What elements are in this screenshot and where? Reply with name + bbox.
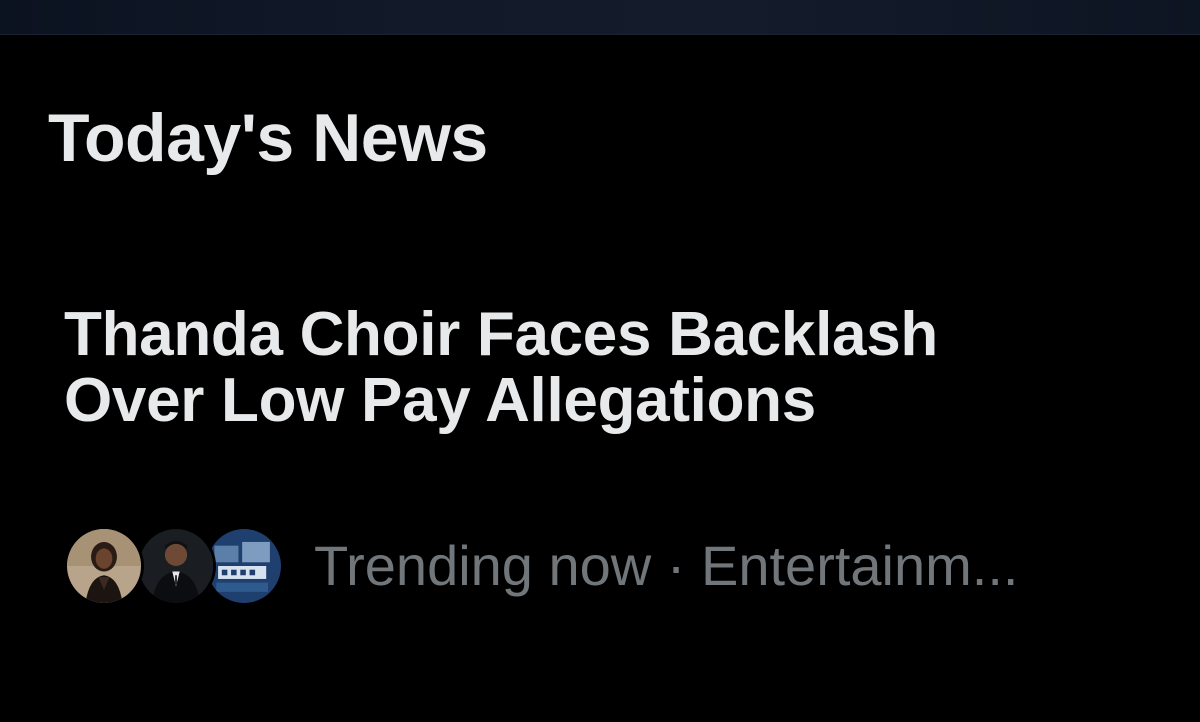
- news-story-card[interactable]: Thanda Choir Faces Backlash Over Low Pay…: [0, 280, 1200, 640]
- headline-line-2: Over Low Pay Allegations: [64, 366, 816, 435]
- avatar-woman-photo: [64, 526, 144, 606]
- top-bar-strip: [0, 0, 1200, 35]
- section-title: Today's News: [48, 100, 488, 176]
- avatar-news-logo: [204, 526, 284, 606]
- story-meta-text: Trending now · Entertainm...: [314, 534, 1019, 597]
- story-headline: Thanda Choir Faces Backlash Over Low Pay…: [64, 302, 1164, 434]
- avatar-man-suit-photo: [136, 526, 216, 606]
- avatar-stack: [64, 524, 284, 608]
- story-meta-row: Trending now · Entertainm...: [64, 524, 1018, 608]
- headline-line-1: Thanda Choir Faces Backlash: [64, 300, 938, 369]
